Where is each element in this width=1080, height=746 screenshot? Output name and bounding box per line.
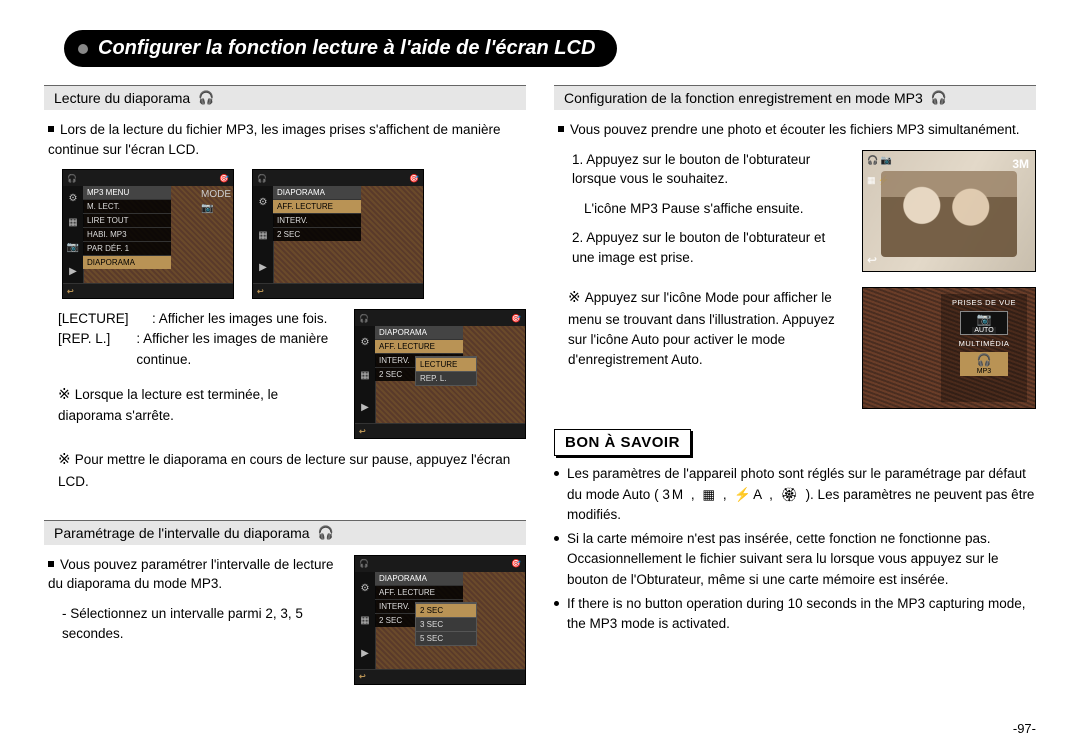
manual-page: Configurer la fonction lecture à l'aide … (0, 0, 1080, 746)
headphones-icon: 🎧 (931, 90, 947, 106)
lcd-pair: 🎧🎯 ⚙▦📷▶ MP3 MENU M. LECT. LIRE TOUT HABI… (62, 169, 526, 299)
right-column: Configuration de la fonction enregistrem… (554, 85, 1036, 695)
photo-icons-top: 🎧 📷 (867, 155, 892, 166)
lcd-intervalle: 🎧🎯 ⚙▦▶ DIAPORAMA AFF. LECTURE INTERV. 2 … (354, 555, 526, 685)
bon-a-savoir-list: Les paramètres de l'appareil photo sont … (554, 464, 1036, 634)
mp3-mode-icon: 🎧MP3 (960, 352, 1008, 376)
page-title: Configurer la fonction lecture à l'aide … (64, 30, 617, 67)
section-header-enregistrement: Configuration de la fonction enregistrem… (554, 85, 1036, 110)
section-header-diaporama: Lecture du diaporama 🎧 (44, 85, 526, 110)
section-header-label: Paramétrage de l'intervalle du diaporama (54, 525, 310, 541)
headphones-icon: 🎧 (198, 90, 214, 106)
headphones-icon: 🎧 (318, 525, 334, 541)
section-header-intervalle: Paramétrage de l'intervalle du diaporama… (44, 520, 526, 545)
bon-a-savoir-title: BON À SAVOIR (554, 429, 691, 456)
lcd-diaporama: 🎧🎯 ⚙▦▶ DIAPORAMA AFF. LECTURE INTERV. 2 … (252, 169, 424, 299)
page-title-bar: Configurer la fonction lecture à l'aide … (64, 30, 1036, 67)
mode-icon: MODE📷 (201, 188, 231, 216)
section-header-label: Configuration de la fonction enregistrem… (564, 90, 923, 106)
section-header-label: Lecture du diaporama (54, 90, 190, 106)
mode-default-icons: 3M , ▦ , ⚡A , 🏵 (662, 487, 805, 502)
sample-photo: 🎧 📷 3M ▦ ⚡ ↩ (862, 150, 1036, 272)
intervalle-row: Vous pouvez paramétrer l'intervalle de l… (44, 555, 526, 685)
lcd-mp3-menu: 🎧🎯 ⚙▦📷▶ MP3 MENU M. LECT. LIRE TOUT HABI… (62, 169, 234, 299)
mode-row: ※ Appuyez sur l'icône Mode pour afficher… (554, 287, 1036, 409)
auto-mode-icon: 📷AUTO (960, 311, 1008, 335)
lcd-diaporama-submenu: 🎧🎯 ⚙▦▶ DIAPORAMA AFF. LECTURE INTERV. 2 … (354, 309, 526, 439)
return-icon: ↩ (867, 253, 877, 267)
left-column: Lecture du diaporama 🎧 Lors de la lectur… (44, 85, 526, 695)
lcd-mode-menu: PRISES DE VUE 📷AUTO MULTIMÉDIA 🎧MP3 (862, 287, 1036, 409)
diaporama-intro: Lors de la lecture du fichier MP3, les i… (48, 120, 526, 159)
photo-icons-side: ▦ ⚡ (867, 175, 889, 186)
steps-row: 1. Appuyez sur le bouton de l'obturateur… (554, 150, 1036, 278)
page-number: -97- (1013, 721, 1036, 736)
two-column-layout: Lecture du diaporama 🎧 Lors de la lectur… (44, 85, 1036, 695)
defs-row: [LECTURE] : Afficher les images une fois… (44, 309, 526, 439)
photo-resolution: 3M (1012, 157, 1029, 171)
